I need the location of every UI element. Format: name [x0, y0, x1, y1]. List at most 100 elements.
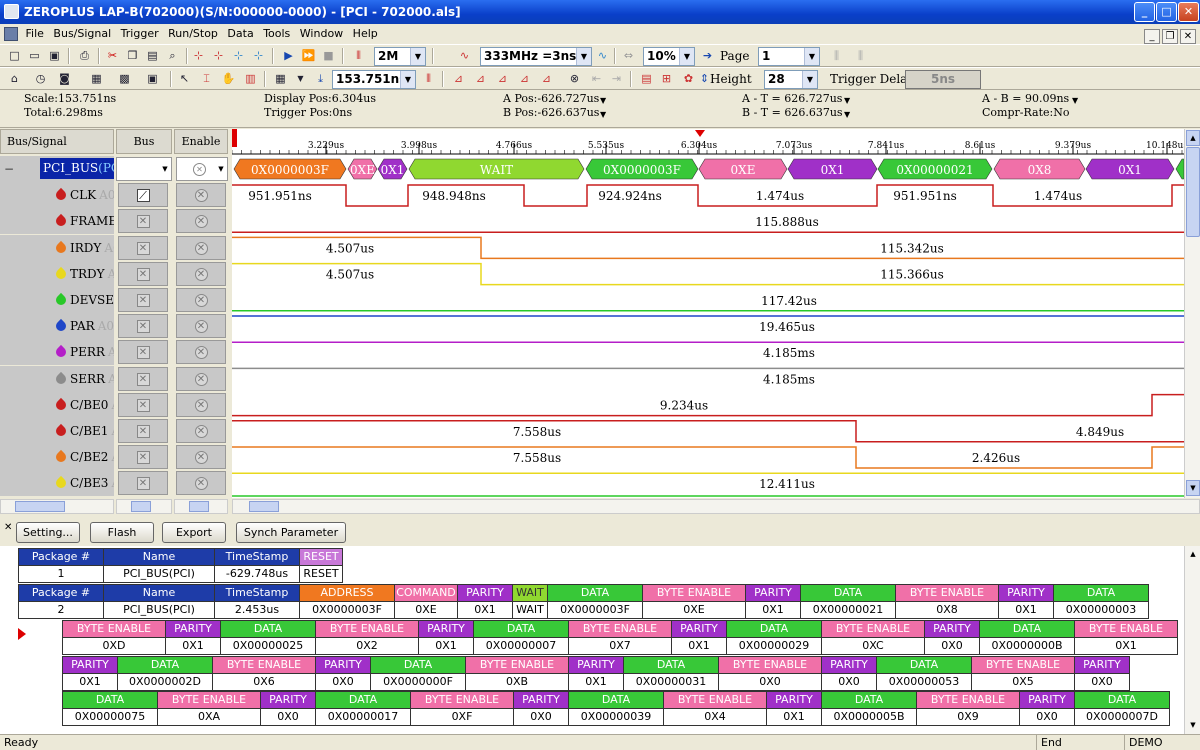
- signal-name-cell[interactable]: CLK A0: [0, 182, 114, 209]
- chevron-down-icon[interactable]: ▼: [215, 158, 227, 180]
- disabled-icon[interactable]: ✕: [194, 267, 208, 281]
- minimize-button[interactable]: _: [1134, 2, 1155, 22]
- waveform-hscrollbar[interactable]: [232, 499, 1200, 514]
- disabled-icon[interactable]: ✕: [194, 425, 208, 438]
- cursor-a-icon[interactable]: ⊿: [450, 70, 467, 87]
- bus-add-icon[interactable]: ⊹: [230, 47, 247, 64]
- scroll-up-icon[interactable]: ▲: [1186, 547, 1200, 561]
- irdy-waveform[interactable]: [232, 236, 1184, 260]
- height-select[interactable]: 28 ▼: [764, 70, 818, 89]
- time-scale-select[interactable]: 153.751ns ▼: [332, 70, 416, 89]
- enable-cell[interactable]: ✕: [176, 392, 226, 417]
- signal-row[interactable]: CLK A0 ⟋ ✕: [0, 182, 230, 209]
- mdi-restore-button[interactable]: ❐: [1162, 29, 1178, 44]
- enable-cell[interactable]: ✕: [176, 288, 226, 312]
- next-icon[interactable]: ⇥: [608, 70, 625, 87]
- flash-button[interactable]: Flash: [90, 522, 154, 543]
- cursor-b-icon[interactable]: ⊿: [472, 70, 489, 87]
- cbe1-waveform[interactable]: [232, 420, 1184, 443]
- print-icon[interactable]: ⎙: [76, 47, 93, 64]
- list-view-icon[interactable]: ▦: [88, 70, 105, 87]
- menu-run-stop[interactable]: Run/Stop: [168, 24, 224, 44]
- chevron-down-icon[interactable]: ▼: [292, 70, 309, 87]
- bus-cell[interactable]: ✕: [118, 392, 168, 417]
- signal-name-cell[interactable]: DEVSEL: [0, 287, 114, 313]
- signal-name-cell[interactable]: FRAME: [0, 208, 114, 235]
- frequency-select[interactable]: 333MHz =3ns ▼: [480, 47, 592, 66]
- cross-icon[interactable]: ✕: [136, 241, 150, 255]
- disabled-icon[interactable]: ✕: [194, 189, 208, 203]
- chevron-down-icon[interactable]: ▼: [844, 94, 850, 108]
- signal-row[interactable]: PAR A0 ✕ ✕: [0, 313, 230, 340]
- maximize-button[interactable]: □: [1156, 2, 1177, 22]
- page-select[interactable]: 1 ▼: [758, 47, 820, 66]
- disabled-icon[interactable]: ✕: [194, 372, 208, 386]
- chevron-down-icon[interactable]: ▼: [1072, 94, 1078, 108]
- bus-cell[interactable]: ✕: [118, 471, 168, 496]
- bus-cell[interactable]: ✕: [118, 314, 168, 339]
- enable-select[interactable]: ✕ ▼: [176, 157, 228, 181]
- disabled-icon[interactable]: ✕: [194, 320, 208, 334]
- signal-name-cell[interactable]: SERR A: [0, 365, 114, 392]
- scroll-up-icon[interactable]: ▲: [1186, 130, 1200, 146]
- chevron-down-icon[interactable]: ▼: [600, 94, 606, 108]
- zoom-in-icon[interactable]: ⦀: [420, 70, 437, 87]
- enable-cell[interactable]: ✕: [176, 471, 226, 496]
- signal-remove-icon[interactable]: ⊹: [210, 47, 227, 64]
- signal-row[interactable]: IRDYA0 ✕ ✕: [0, 234, 230, 261]
- enable-cell[interactable]: ✕: [176, 209, 226, 234]
- cursor-e-icon[interactable]: ⊿: [538, 70, 555, 87]
- waveform-vertical-scrollbar[interactable]: ▲ ▼: [1184, 129, 1200, 498]
- signal-name-cell[interactable]: − PCI_BUS(PCI): [0, 156, 114, 182]
- cross-icon[interactable]: ✕: [136, 294, 150, 307]
- disabled-icon[interactable]: ✕: [194, 346, 208, 360]
- signal-row[interactable]: FRAME ✕ ✕: [0, 208, 230, 235]
- signal-row[interactable]: C/BE3A ✕ ✕: [0, 470, 230, 497]
- scroll-down-icon[interactable]: ▼: [1186, 718, 1200, 732]
- marker-icon[interactable]: ⌶: [198, 70, 215, 87]
- stop-icon[interactable]: ■: [320, 47, 337, 64]
- signal-row[interactable]: C/BE0A ✕ ✕: [0, 391, 230, 418]
- packet-list[interactable]: Package #1 Name PCI_BUS(PCI) TimeStamp -629.…: [0, 546, 1184, 734]
- menu-data[interactable]: Data: [227, 24, 259, 44]
- disabled-icon[interactable]: ✕: [194, 477, 208, 491]
- cross-icon[interactable]: ✕: [136, 346, 150, 360]
- pointer-icon[interactable]: ↖: [176, 70, 193, 87]
- cross-icon[interactable]: ✕: [136, 451, 150, 465]
- signal-name-cell[interactable]: C/BE2A: [0, 444, 114, 471]
- signal-name-cell[interactable]: PAR A0: [0, 313, 114, 340]
- scroll-down-icon[interactable]: ▼: [1186, 480, 1200, 496]
- camera-icon[interactable]: ◙: [56, 70, 73, 87]
- packet-icon[interactable]: ▤: [638, 70, 655, 87]
- bus-cell[interactable]: ✕: [118, 366, 168, 391]
- bus-icon[interactable]: ⊞: [658, 70, 675, 87]
- enable-cell[interactable]: ✕: [176, 261, 226, 286]
- signal-row[interactable]: PERRA0 ✕ ✕: [0, 339, 230, 366]
- window-view-icon[interactable]: ▣: [144, 70, 161, 87]
- trdy-waveform[interactable]: [232, 262, 1184, 286]
- bus-cell[interactable]: ✕: [118, 235, 168, 260]
- menu-window[interactable]: Window: [300, 24, 349, 44]
- run-repeat-icon[interactable]: ⏩: [300, 47, 317, 64]
- home-icon[interactable]: ⌂: [6, 70, 23, 87]
- cut-icon[interactable]: ✂: [104, 47, 121, 64]
- trigger-marker[interactable]: [232, 129, 237, 147]
- grid-view-icon[interactable]: ▩: [116, 70, 133, 87]
- signal-row[interactable]: DEVSEL ✕ ✕: [0, 287, 230, 313]
- enable-cell[interactable]: ✕: [176, 340, 226, 365]
- disabled-icon[interactable]: ✕: [194, 398, 208, 412]
- cross-icon[interactable]: ✕: [136, 215, 150, 229]
- signal-add-icon[interactable]: ⊹: [190, 47, 207, 64]
- signal-hscrollbar[interactable]: [0, 499, 114, 514]
- export-button[interactable]: Export: [162, 522, 226, 543]
- mdi-close-button[interactable]: ✕: [1180, 29, 1196, 44]
- disabled-icon[interactable]: ✕: [194, 451, 208, 465]
- signal-name-cell[interactable]: C/BE0A: [0, 391, 114, 418]
- stack-icon[interactable]: ⫼: [828, 47, 845, 64]
- prev-icon[interactable]: ⇤: [588, 70, 605, 87]
- menu-tools[interactable]: Tools: [263, 24, 296, 44]
- copy-icon[interactable]: ❐: [124, 47, 141, 64]
- chevron-down-icon[interactable]: ▼: [679, 48, 694, 65]
- signal-name-cell[interactable]: PERRA0: [0, 339, 114, 366]
- bus-cell[interactable]: ✕: [118, 261, 168, 286]
